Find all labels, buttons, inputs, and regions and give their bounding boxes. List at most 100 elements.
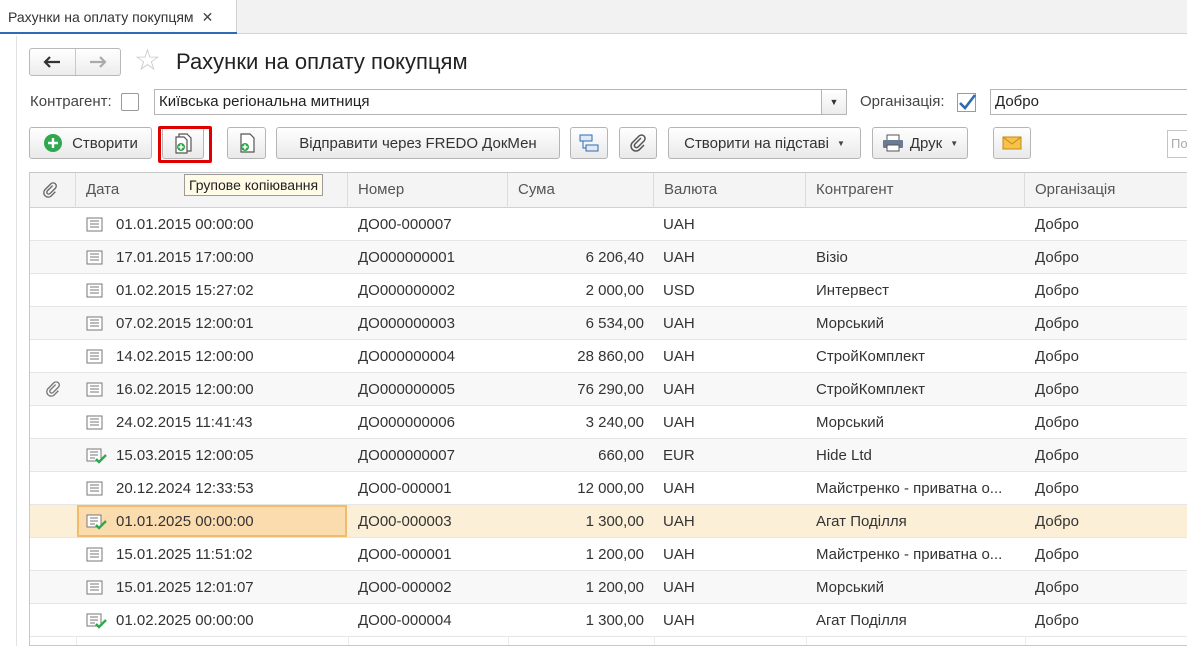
- document-icon: [86, 316, 104, 336]
- counterparty-cell: Морський: [816, 414, 884, 431]
- copy-button[interactable]: [227, 127, 266, 159]
- kontragent-checkbox[interactable]: [121, 93, 139, 111]
- date-cell: 14.02.2015 12:00:00: [116, 348, 254, 365]
- header-kontragent[interactable]: Контрагент: [806, 173, 1025, 208]
- counterparty-cell: Агат Поділля: [816, 513, 907, 530]
- amount-cell: 6 534,00: [585, 315, 644, 332]
- create-based-on-button[interactable]: Створити на підставі ▼: [668, 127, 861, 159]
- table-row[interactable]: 16.02.2015 12:00:00 ДО000000005 76 290,00 U…: [30, 373, 1187, 406]
- document-icon: [86, 481, 104, 501]
- posted-document-icon: [86, 514, 108, 534]
- counterparty-cell: Морський: [816, 579, 884, 596]
- table-row[interactable]: 01.02.2015 15:27:02 ДО000000002 2 000,00 US…: [30, 274, 1187, 307]
- number-cell: ДО000000001: [358, 249, 455, 266]
- organization-cell: Добро: [1035, 216, 1079, 233]
- organization-cell: Добро: [1035, 513, 1079, 530]
- table-row[interactable]: 15.01.2025 11:51:02 ДО00-000001 1 200,00 UA…: [30, 538, 1187, 571]
- table-row[interactable]: 01.02.2025 00:00:00 ДО00-000004 1 300,00 UA…: [30, 604, 1187, 637]
- close-icon[interactable]: ✕: [202, 9, 214, 26]
- email-button[interactable]: [993, 127, 1031, 159]
- table-row[interactable]: 01.01.2025 00:00:00 ДО00-000003 1 300,00 UA…: [30, 505, 1187, 538]
- currency-cell: UAH: [663, 216, 695, 233]
- print-button[interactable]: Друк ▼: [872, 127, 968, 159]
- organization-cell: Добро: [1035, 414, 1079, 431]
- table-row[interactable]: 24.02.2015 11:41:43 ДО000000006 3 240,00 UA…: [30, 406, 1187, 439]
- number-cell: ДО000000002: [358, 282, 455, 299]
- counterparty-cell: Майстренко - приватна о...: [816, 480, 1003, 497]
- date-cell: 01.02.2015 15:27:02: [116, 282, 254, 299]
- table-row[interactable]: 20.12.2024 12:33:53 ДО00-000001 12 000,00 U…: [30, 472, 1187, 505]
- kontragent-dropdown-button[interactable]: ▼: [821, 89, 847, 115]
- document-icon: [86, 382, 104, 402]
- attachment-cell: [30, 439, 76, 472]
- currency-cell: UAH: [663, 381, 695, 398]
- organizacia-label: Організація:: [860, 93, 945, 110]
- create-button[interactable]: Створити: [29, 127, 152, 159]
- attachment-cell: [30, 472, 76, 505]
- posted-document-icon: [86, 613, 108, 633]
- header-organizacia[interactable]: Організація: [1025, 173, 1187, 208]
- paperclip-icon: [630, 134, 646, 152]
- send-fredo-button[interactable]: Відправити через FREDO ДокМен: [276, 127, 560, 159]
- organization-cell: Добро: [1035, 612, 1079, 629]
- header-valuta[interactable]: Валюта: [654, 173, 806, 208]
- currency-cell: UAH: [663, 249, 695, 266]
- organization-cell: Добро: [1035, 546, 1079, 563]
- number-cell: ДО000000006: [358, 414, 455, 431]
- document-icon: [86, 217, 104, 237]
- create-based-on-label: Створити на підставі: [684, 134, 829, 152]
- organization-cell: Добро: [1035, 447, 1079, 464]
- table-row[interactable]: 15.03.2015 12:00:05 ДО000000007 660,00 EUR H…: [30, 439, 1187, 472]
- kontragent-field[interactable]: Київська регіональна митниця: [154, 89, 822, 115]
- currency-cell: UAH: [663, 612, 695, 629]
- table-row[interactable]: 14.02.2015 12:00:00 ДО000000004 28 860,00 U…: [30, 340, 1187, 373]
- attachment-cell: [30, 571, 76, 604]
- amount-cell: 2 000,00: [585, 282, 644, 299]
- back-button[interactable]: [30, 49, 75, 75]
- favorite-star-icon[interactable]: ☆: [134, 46, 161, 76]
- table-row[interactable]: 07.02.2015 12:00:01 ДО000000003 6 534,00 UA…: [30, 307, 1187, 340]
- forward-button[interactable]: [74, 49, 120, 75]
- organization-cell: Добро: [1035, 381, 1079, 398]
- date-cell: 24.02.2015 11:41:43: [116, 414, 253, 431]
- organization-cell: Добро: [1035, 480, 1079, 497]
- organization-cell: Добро: [1035, 282, 1079, 299]
- active-tab-indicator: [0, 32, 237, 34]
- amount-cell: 6 206,40: [585, 249, 644, 266]
- attachment-cell: [30, 241, 76, 274]
- number-cell: ДО00-000007: [358, 216, 452, 233]
- table-row[interactable]: 17.01.2015 17:00:00 ДО000000001 6 206,40 UA…: [30, 241, 1187, 274]
- search-input[interactable]: По: [1167, 130, 1187, 158]
- table-row[interactable]: 15.01.2025 12:01:07 ДО00-000002 1 200,00 UA…: [30, 571, 1187, 604]
- currency-cell: UAH: [663, 414, 695, 431]
- chevron-down-icon: ▼: [829, 97, 839, 107]
- highlight-frame: [158, 126, 212, 163]
- organizacia-field[interactable]: Добро: [990, 89, 1187, 115]
- structure-button[interactable]: [570, 127, 608, 159]
- amount-cell: 660,00: [598, 447, 644, 464]
- organizacia-checkbox[interactable]: [957, 93, 977, 112]
- number-cell: ДО00-000003: [358, 513, 452, 530]
- paperclip-icon: [46, 381, 60, 397]
- amount-cell: 76 290,00: [577, 381, 644, 398]
- currency-cell: UAH: [663, 480, 695, 497]
- organization-cell: Добро: [1035, 315, 1079, 332]
- attach-button[interactable]: [619, 127, 657, 159]
- tab-invoices[interactable]: Рахунки на оплату покупцям ✕: [0, 0, 237, 34]
- document-icon: [86, 580, 104, 600]
- amount-cell: 1 300,00: [585, 513, 644, 530]
- arrow-left-icon: [43, 56, 61, 68]
- copy-document-icon: [239, 133, 255, 153]
- currency-cell: UAH: [663, 348, 695, 365]
- tab-strip: Рахунки на оплату покупцям ✕: [0, 0, 1187, 34]
- currency-cell: EUR: [663, 447, 695, 464]
- kontragent-label: Контрагент:: [30, 93, 112, 110]
- header-nomer[interactable]: Номер: [348, 173, 508, 208]
- page-title: Рахунки на оплату покупцям: [176, 49, 468, 74]
- header-attachment[interactable]: [30, 173, 76, 208]
- number-cell: ДО000000007: [358, 447, 455, 464]
- document-icon: [86, 415, 104, 435]
- table-row[interactable]: 01.01.2015 00:00:00 ДО00-000007 UAH Добро: [30, 208, 1187, 241]
- printer-icon: [882, 134, 903, 152]
- header-suma[interactable]: Сума: [508, 173, 654, 208]
